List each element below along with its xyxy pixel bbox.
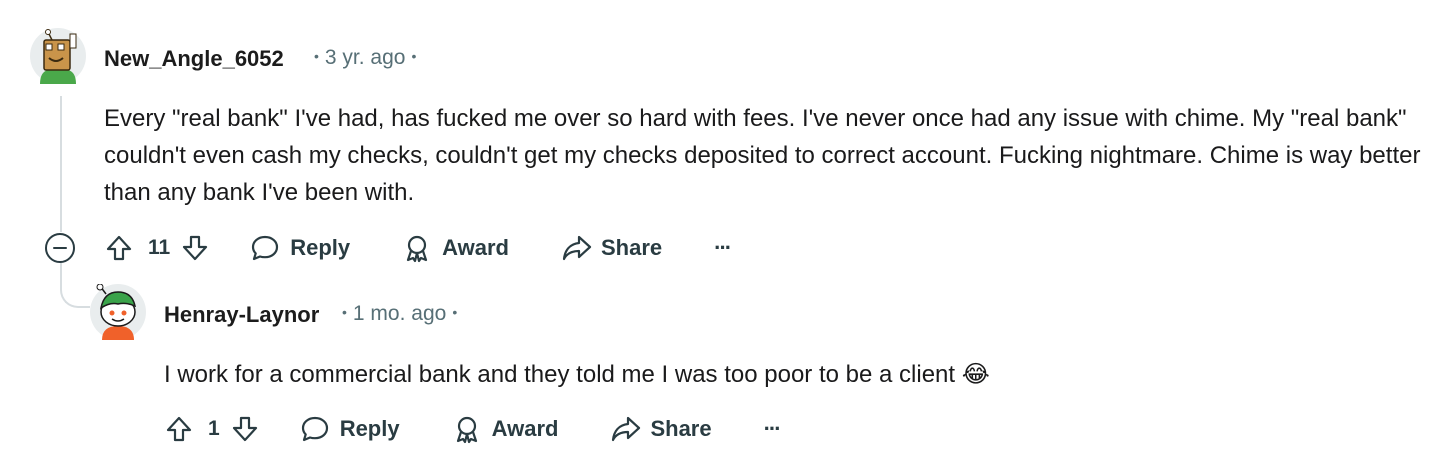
comment-action-bar: 1 Reply Award Share ···: [164, 409, 782, 449]
vote-count: 11: [148, 236, 171, 259]
share-arrow-icon: [612, 416, 641, 442]
arrow-down-icon: [232, 416, 257, 442]
separator-dot: •: [411, 48, 417, 64]
laughing-tears-emoji: 😂: [961, 360, 990, 388]
comment-meta: • 1 mo. ago •: [336, 302, 463, 326]
box-robot-avatar-icon: [30, 28, 86, 84]
reply-label: Reply: [290, 235, 351, 260]
comment-username[interactable]: New_Angle_6052: [104, 46, 284, 72]
award-button[interactable]: Award: [452, 414, 559, 444]
share-label: Share: [600, 235, 663, 260]
speech-bubble-icon: [252, 235, 279, 261]
comment-timestamp[interactable]: 1 mo. ago: [353, 302, 446, 325]
ellipsis-icon: ···: [763, 416, 782, 441]
share-button[interactable]: Share: [610, 414, 712, 444]
separator-dot: •: [452, 304, 458, 320]
avatar[interactable]: [90, 283, 146, 340]
reply-button[interactable]: Reply: [300, 414, 400, 444]
separator-dot: •: [342, 304, 347, 320]
comment-body-text: I work for a commercial bank and they to…: [164, 361, 956, 388]
award-icon: [456, 416, 477, 444]
downvote-button[interactable]: [230, 414, 260, 444]
speech-bubble-icon: [301, 416, 328, 442]
share-button[interactable]: Share: [561, 233, 662, 263]
arrow-up-icon: [106, 235, 132, 261]
award-icon: [407, 235, 428, 263]
collapse-thread-button[interactable]: [44, 232, 76, 264]
comment-body: Every "real bank" I've had, has fucked m…: [104, 105, 1421, 206]
thread-connector: [60, 262, 90, 308]
more-options-button[interactable]: ···: [763, 416, 782, 442]
avatar[interactable]: [30, 28, 86, 84]
minus-circle-icon: [45, 233, 75, 263]
reply-button[interactable]: Reply: [250, 233, 350, 263]
share-arrow-icon: [562, 235, 592, 261]
ellipsis-icon: ···: [714, 235, 732, 260]
downvote-button[interactable]: [180, 233, 210, 263]
thread-line: [60, 96, 62, 232]
share-label: Share: [650, 416, 712, 441]
award-label: Award: [491, 416, 559, 441]
arrow-down-icon: [183, 235, 208, 261]
arrow-up-icon: [166, 416, 192, 442]
comment-action-bar: 11 Reply Award Share ···: [104, 228, 732, 268]
vote-count: 1: [208, 417, 220, 440]
upvote-button[interactable]: [164, 414, 194, 444]
snoo-avatar-icon: [90, 283, 146, 340]
award-label: Award: [442, 235, 509, 260]
comment-body: I work for a commercial bank and they to…: [164, 356, 1364, 393]
award-button[interactable]: Award: [402, 233, 509, 263]
comment-timestamp[interactable]: 3 yr. ago: [325, 46, 406, 69]
more-options-button[interactable]: ···: [714, 235, 732, 261]
comment-meta: • 3 yr. ago •: [308, 46, 422, 70]
separator-dot: •: [314, 48, 319, 64]
upvote-button[interactable]: [104, 233, 134, 263]
reply-label: Reply: [339, 416, 400, 441]
comment-username[interactable]: Henray-Laynor: [164, 302, 319, 328]
